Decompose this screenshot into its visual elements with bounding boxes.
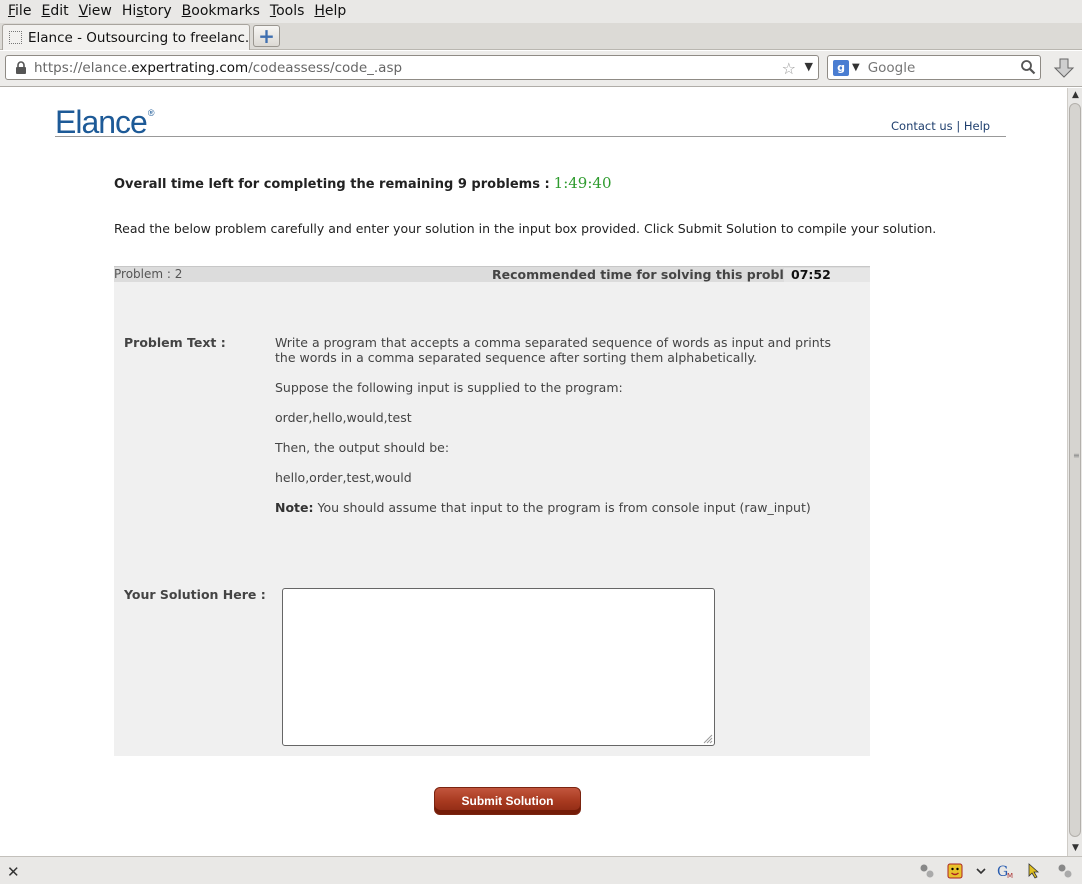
tab-title: Elance - Outsourcing to freelanc... (28, 29, 249, 46)
download-arrow-icon[interactable] (1052, 56, 1076, 80)
search-icon[interactable] (1020, 59, 1036, 79)
menu-bar: File Edit View History Bookmarks Tools H… (0, 0, 1082, 23)
menu-bookmarks[interactable]: Bookmarks (177, 0, 265, 23)
resize-grip-icon[interactable] (702, 733, 713, 744)
menu-view[interactable]: View (74, 0, 117, 23)
problem-paragraph: order,hello,would,test (275, 410, 412, 425)
page-content: Elance® Contact us | Help Overall time l… (0, 88, 1067, 856)
help-link[interactable]: Help (964, 119, 990, 133)
timer-label: Overall time left for completing the rem… (114, 177, 550, 192)
lock-icon[interactable] (11, 58, 31, 78)
solution-label: Your Solution Here : (124, 587, 266, 602)
page-scrollbar[interactable]: ▲ ≡ ▼ (1067, 88, 1082, 856)
solution-textarea[interactable] (282, 588, 715, 746)
recommended-time-label: Recommended time for solving this proble… (492, 267, 815, 282)
problem-text-body: Write a program that accepts a comma sep… (275, 335, 855, 530)
status-bar: ✕ GM (0, 856, 1082, 884)
scroll-up-icon[interactable]: ▲ (1069, 89, 1082, 102)
overall-timer: Overall time left for completing the rem… (114, 174, 611, 192)
problem-paragraph: hello,order,test,would (275, 470, 412, 485)
search-bar[interactable]: g ▼ (827, 55, 1041, 80)
engine-dropdown-icon[interactable]: ▼ (852, 62, 860, 73)
problem-number: Problem : 2 (114, 267, 183, 281)
recommended-time-value: 07:52 (784, 268, 870, 282)
tab-elance[interactable]: Elance - Outsourcing to freelanc... (2, 24, 250, 50)
submit-solution-button[interactable]: Submit Solution (434, 787, 581, 815)
tab-bar: Elance - Outsourcing to freelanc... + (0, 23, 1082, 50)
addon-gear-icon-2[interactable] (1057, 863, 1073, 879)
menu-file[interactable]: File (3, 0, 36, 23)
link-separator: | (956, 119, 961, 133)
addon-gear-icon[interactable] (919, 863, 935, 879)
problem-note: Note: You should assume that input to th… (275, 500, 855, 515)
instructions-text: Read the below problem carefully and ent… (114, 221, 937, 236)
page-favicon-icon (9, 31, 22, 44)
header-links: Contact us | Help (891, 119, 990, 133)
google-engine-icon[interactable]: g (833, 59, 849, 76)
timer-value: 1:49:40 (553, 174, 612, 192)
scrollbar-thumb[interactable]: ≡ (1069, 103, 1081, 837)
cursor-icon[interactable] (1027, 863, 1043, 879)
search-input[interactable] (867, 59, 1018, 76)
svg-text:M: M (1007, 872, 1013, 879)
close-icon[interactable]: ✕ (7, 863, 20, 881)
problem-panel: Problem : 2 Recommended time for solving… (114, 266, 870, 756)
navigation-bar: https://elance.expertrating.com/codeasse… (0, 51, 1082, 87)
menu-help[interactable]: Help (309, 0, 351, 23)
contact-us-link[interactable]: Contact us (891, 119, 953, 133)
chevron-down-icon[interactable] (975, 863, 991, 879)
problem-text-label: Problem Text : (124, 335, 226, 350)
problem-paragraph: Suppose the following input is supplied … (275, 380, 623, 395)
url-text[interactable]: https://elance.expertrating.com/codeasse… (34, 60, 402, 76)
note-label: Note: (275, 500, 314, 515)
problem-header: Problem : 2 Recommended time for solving… (114, 266, 870, 282)
scroll-down-icon[interactable]: ▼ (1069, 842, 1082, 855)
problem-paragraph: Write a program that accepts a comma sep… (275, 335, 832, 365)
bookmark-star-icon[interactable]: ☆ (782, 59, 796, 78)
problem-paragraph: Then, the output should be: (275, 440, 450, 455)
url-bar[interactable]: https://elance.expertrating.com/codeasse… (5, 55, 819, 80)
menu-history[interactable]: History (117, 0, 177, 23)
addon-face-icon[interactable] (947, 863, 963, 879)
chevron-down-icon[interactable]: ▼ (805, 60, 813, 73)
scroll-grip-icon: ≡ (1073, 451, 1080, 460)
header-divider (55, 136, 1006, 137)
addon-g-icon[interactable]: GM (997, 863, 1013, 880)
menu-edit[interactable]: Edit (36, 0, 73, 23)
new-tab-button[interactable]: + (253, 25, 280, 47)
menu-tools[interactable]: Tools (265, 0, 310, 23)
note-text: You should assume that input to the prog… (313, 500, 811, 515)
